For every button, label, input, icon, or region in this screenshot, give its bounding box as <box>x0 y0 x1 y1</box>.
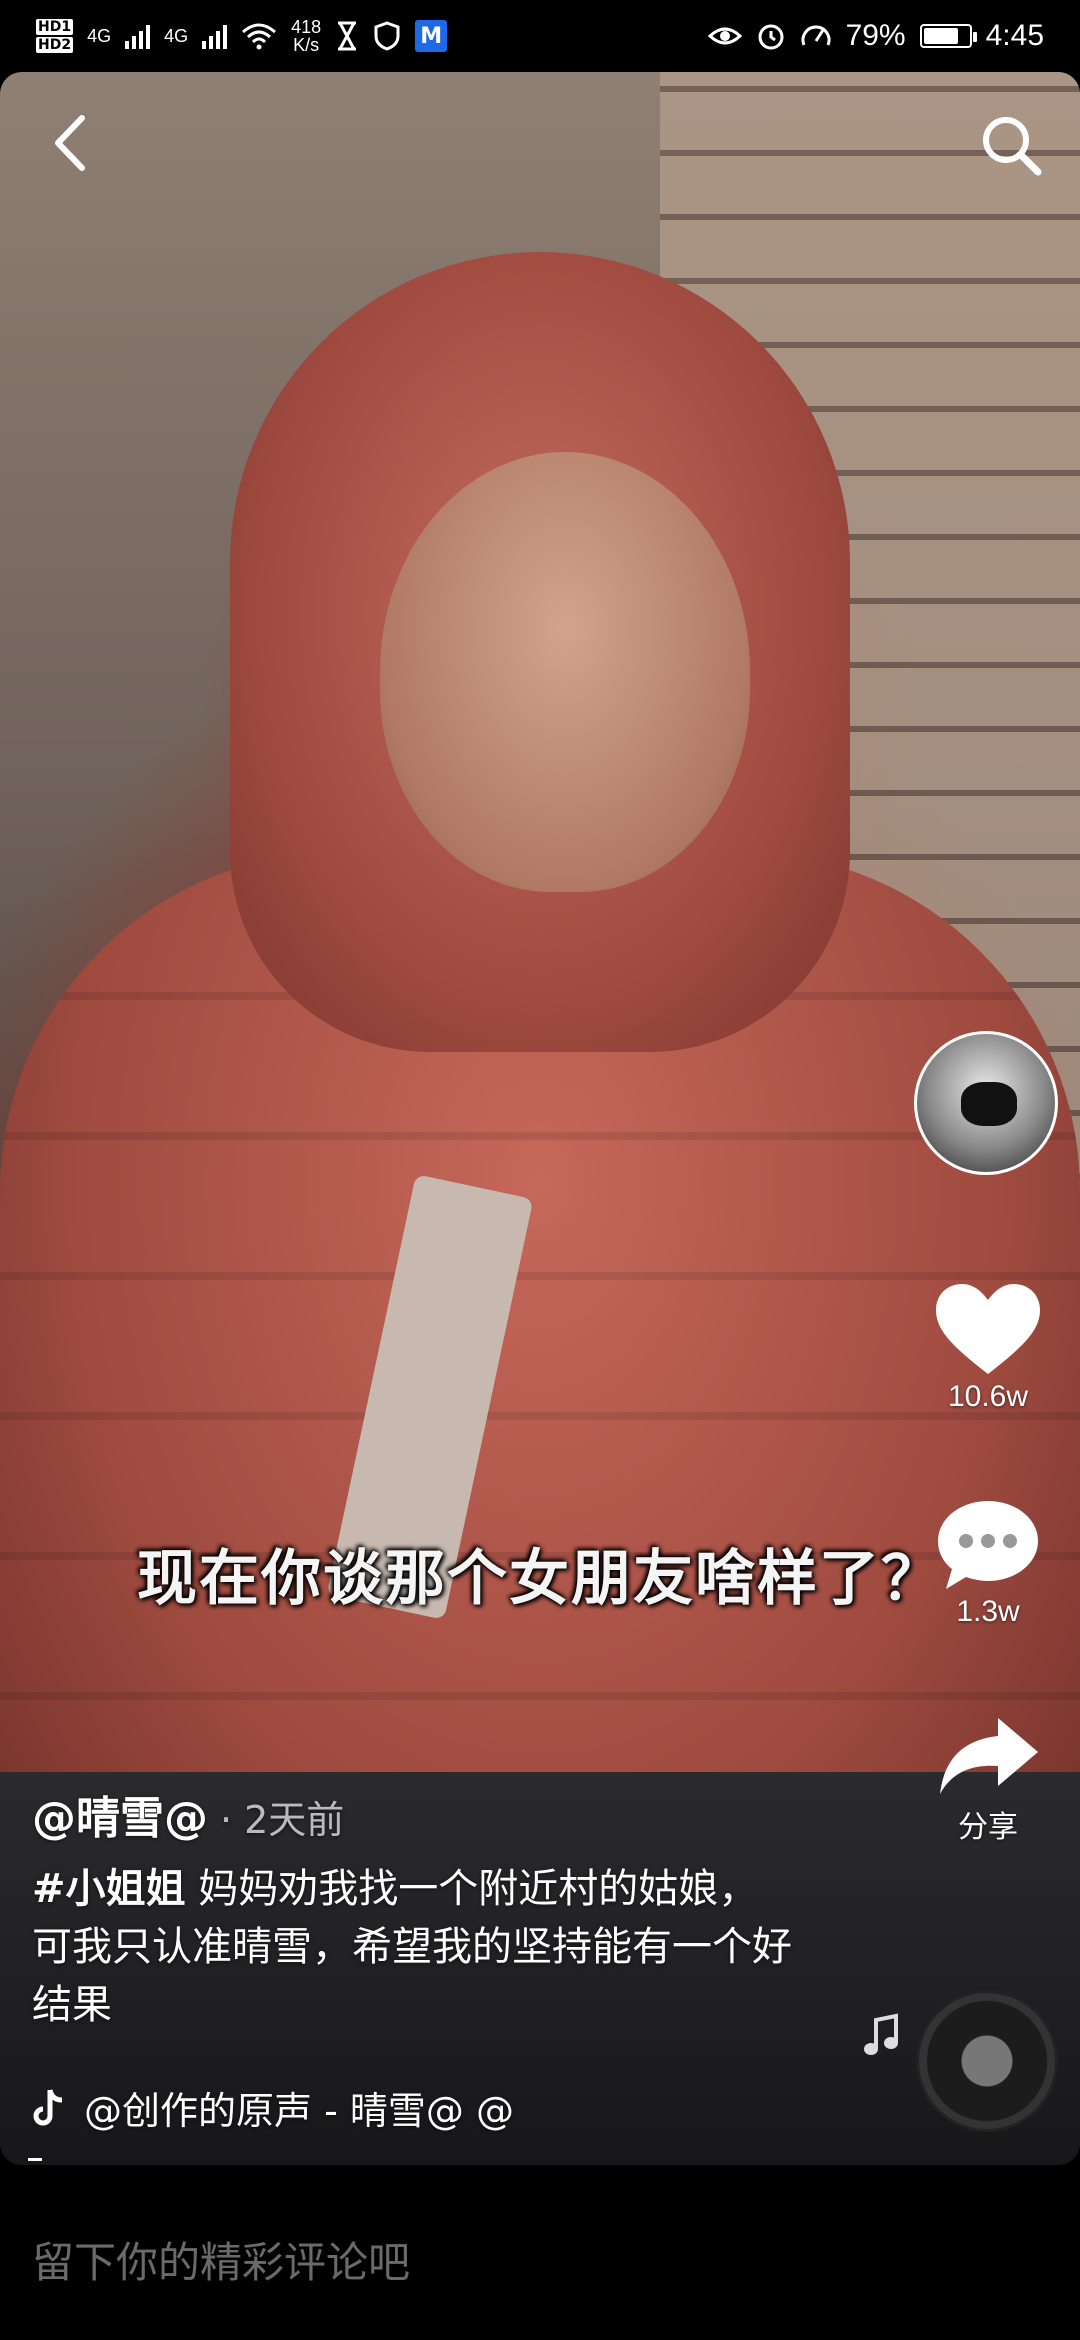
music-disc[interactable] <box>916 1990 1058 2132</box>
shield-icon <box>374 21 400 51</box>
status-right: 79% 4:45 <box>707 19 1044 53</box>
search-icon[interactable] <box>974 108 1050 184</box>
share-arrow-icon <box>940 1718 1038 1794</box>
post-time: 2天前 <box>244 1798 345 1842</box>
video-progress-indicator <box>28 2158 42 2161</box>
alarm-icon <box>758 24 784 50</box>
author-line: @晴雪@ · 2天前 <box>32 1782 344 1846</box>
comment-button[interactable]: 1.3w <box>920 1495 1056 1629</box>
battery-icon <box>919 24 977 48</box>
hashtag-link[interactable]: #小姐姐 <box>32 1866 186 1912</box>
hd2-label: HD2 <box>36 37 74 53</box>
clock-time: 4:45 <box>985 19 1044 52</box>
video-subtitle: 现在你谈那个女朋友啥样了？ <box>137 1544 943 1614</box>
network-1-label: 4G <box>87 26 112 46</box>
network-speed: 418 K/s <box>291 18 321 54</box>
hourglass-icon <box>338 21 357 51</box>
video-person-face <box>380 452 750 892</box>
comment-count: 1.3w <box>956 1595 1020 1628</box>
signal-2-icon <box>202 23 228 49</box>
hd1-label: HD1 <box>36 19 74 35</box>
tiktok-note-icon <box>33 2088 63 2125</box>
signal-1-icon <box>125 23 151 49</box>
app-m-icon: M <box>415 20 448 52</box>
author-avatar[interactable] <box>914 1031 1058 1175</box>
post-caption: #小姐姐 妈妈劝我找一个附近村的姑娘，可我只认准晴雪，希望我的坚持能有一个好结果 <box>32 1860 792 2034</box>
speed-unit: K/s <box>293 35 320 55</box>
heart-icon <box>936 1284 1040 1374</box>
speedometer-icon <box>801 25 831 46</box>
separator-dot: · <box>220 1798 233 1842</box>
like-button[interactable]: 10.6w <box>920 1280 1056 1414</box>
music-title: @创作的原声 - 晴雪@ @ <box>84 2089 514 2133</box>
comment-input-placeholder[interactable]: 留下你的精彩评论吧 <box>32 2229 410 2290</box>
music-row[interactable]: @创作的原声 - 晴雪@ @ <box>32 2080 514 2135</box>
status-left: HD1 HD2 4G 4G 418 K/s M <box>36 18 448 54</box>
speed-value: 418 <box>291 17 322 37</box>
comment-input-bar[interactable]: 留下你的精彩评论吧 <box>0 2165 1080 2340</box>
back-arrow-icon[interactable] <box>42 108 102 178</box>
network-2-label: 4G <box>164 26 189 46</box>
comment-bubble-icon <box>938 1501 1038 1589</box>
status-bar: HD1 HD2 4G 4G 418 K/s M 79% 4:45 <box>0 0 1080 72</box>
battery-percent: 79% <box>845 19 906 52</box>
share-label: 分享 <box>958 1811 1018 1844</box>
hd-indicator: HD1 HD2 <box>36 19 74 53</box>
music-note-icon <box>864 2013 898 2055</box>
wifi-icon <box>242 23 277 50</box>
share-button[interactable]: 分享 <box>920 1712 1056 1846</box>
author-name[interactable]: @晴雪@ <box>32 1782 208 1846</box>
like-count: 10.6w <box>947 1380 1029 1413</box>
avatar-mask-shape <box>961 1082 1017 1126</box>
eye-icon <box>707 27 742 45</box>
